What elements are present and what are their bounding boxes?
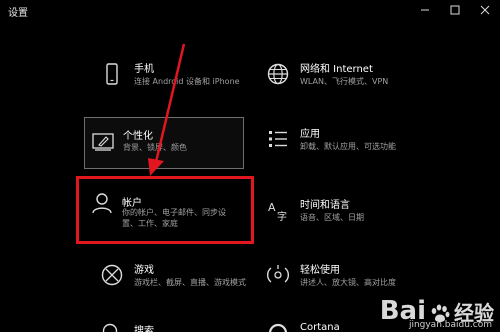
time-language-icon: A 字 [268, 201, 287, 222]
tile-personalization-desc: 背景、锁屏、颜色 [123, 143, 187, 152]
personalization-icon [92, 133, 114, 151]
title-bar: 设置 [0, 0, 500, 20]
tile-search[interactable]: 搜索 [90, 315, 260, 332]
tile-ease-of-access-desc: 讲述人、放大镜、高对比度 [300, 278, 396, 287]
tile-time-language-desc: 语音、区域、日期 [300, 213, 364, 222]
tile-ease-of-access-title: 轻松使用 [300, 265, 340, 276]
tile-cortana-title: Cortana [300, 322, 340, 332]
tile-personalization-title: 个性化 [123, 131, 153, 142]
tile-personalization[interactable]: 个性化 背景、锁屏、颜色 [84, 117, 244, 169]
tile-gaming-title: 游戏 [134, 265, 154, 276]
maximize-icon [450, 5, 460, 15]
minimize-icon [421, 9, 429, 11]
apps-list-icon [269, 131, 287, 147]
settings-window: 设置 手机 连接 Android 设备和 iPhone 网络和 Internet… [0, 0, 500, 332]
xbox-icon [101, 264, 123, 286]
tile-phone[interactable]: 手机 连接 Android 设备和 iPhone [90, 52, 260, 104]
tile-time-language[interactable]: A 字 时间和语言 语音、区域、日期 [256, 188, 426, 240]
svg-text:A: A [268, 201, 276, 214]
globe-icon [267, 63, 289, 85]
tile-apps-desc: 卸载、默认应用、可选功能 [300, 142, 396, 151]
window-title: 设置 [8, 8, 28, 19]
tile-phone-title: 手机 [134, 64, 154, 75]
close-icon [480, 5, 490, 15]
tile-network-title: 网络和 Internet [300, 64, 373, 75]
tile-apps-title: 应用 [300, 129, 320, 140]
tile-phone-desc: 连接 Android 设备和 iPhone [134, 77, 240, 86]
watermark-url: jingyan.baidu.com [408, 320, 492, 330]
tile-network[interactable]: 网络和 Internet WLAN、飞行模式、VPN [256, 52, 426, 104]
tile-gaming-desc: 游戏栏、截屏、直播、游戏模式 [134, 278, 246, 287]
window-controls [410, 0, 500, 20]
highlight-box [76, 176, 254, 244]
minimize-button[interactable] [410, 0, 440, 20]
cortana-icon [268, 323, 288, 332]
tile-network-desc: WLAN、飞行模式、VPN [300, 77, 389, 86]
tile-gaming[interactable]: 游戏 游戏栏、截屏、直播、游戏模式 [90, 253, 260, 305]
svg-text:字: 字 [277, 210, 287, 222]
phone-icon [106, 63, 118, 85]
close-button[interactable] [470, 0, 500, 20]
search-icon [102, 323, 118, 332]
tile-search-title: 搜索 [134, 326, 154, 332]
tile-apps[interactable]: 应用 卸载、默认应用、可选功能 [256, 117, 426, 169]
ease-of-access-icon [267, 265, 289, 283]
tile-time-language-title: 时间和语言 [300, 200, 350, 211]
maximize-button[interactable] [440, 0, 470, 20]
